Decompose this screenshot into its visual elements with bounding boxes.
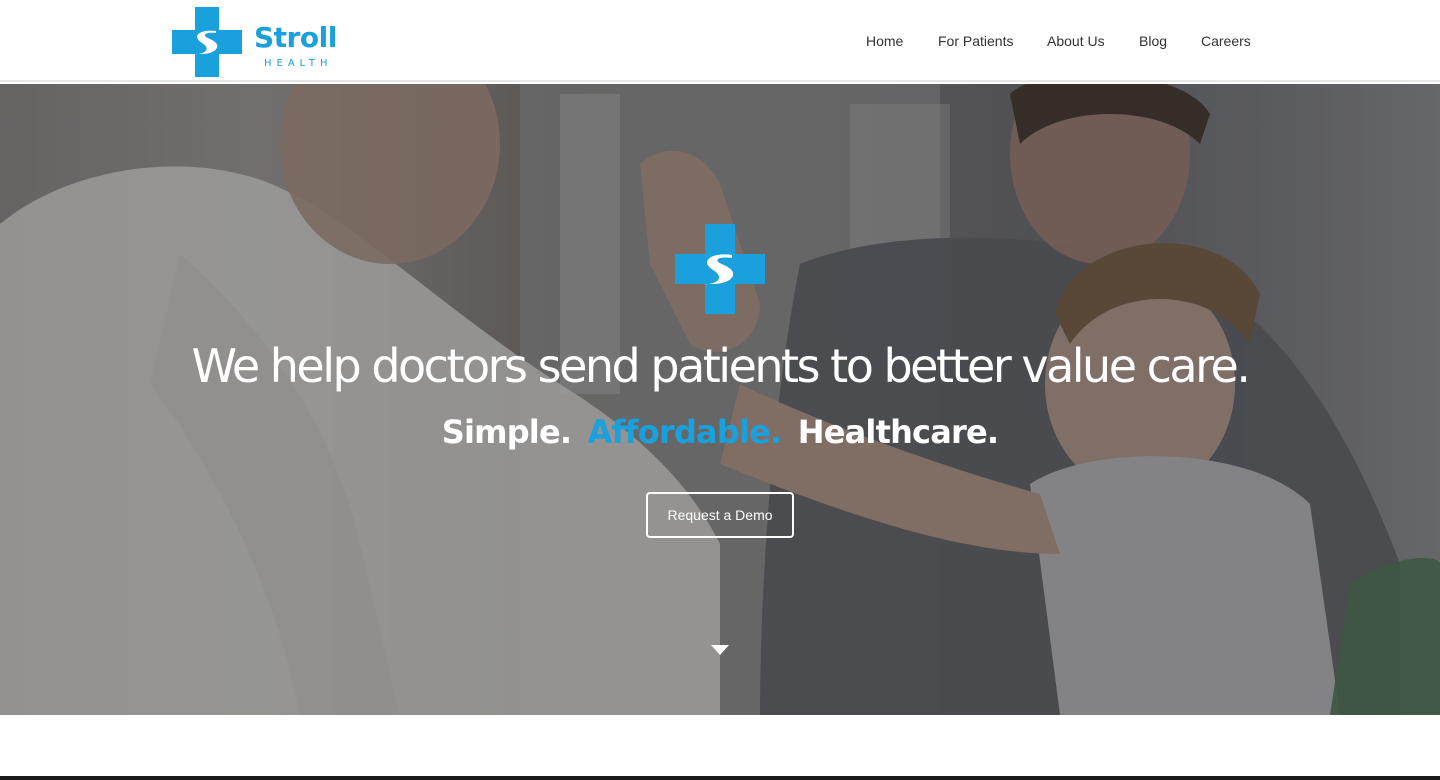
medical-cross-s-icon — [675, 224, 765, 314]
page-bottom-border — [0, 776, 1440, 780]
tagline-affordable: Affordable. — [587, 413, 783, 451]
caret-down-icon[interactable] — [711, 645, 729, 655]
tagline-healthcare: Healthcare. — [797, 413, 999, 451]
hero-section: We help doctors send patients to better … — [0, 84, 1440, 715]
nav-home[interactable]: Home — [866, 30, 903, 52]
logo-subtitle: HEALTH — [264, 58, 333, 69]
nav-for-patients[interactable]: For Patients — [938, 30, 1013, 52]
nav-careers[interactable]: Careers — [1201, 30, 1251, 52]
site-header: Stroll HEALTH Home For Patients About Us… — [0, 0, 1440, 82]
tagline-simple: Simple. — [441, 413, 572, 451]
hero-tagline: Simple. Affordable. Healthcare. — [0, 408, 1440, 456]
hero-headline: We help doctors send patients to better … — [191, 339, 1251, 393]
nav-about-us[interactable]: About Us — [1047, 30, 1105, 52]
request-demo-button[interactable]: Request a Demo — [646, 492, 794, 538]
hero-overlay — [0, 84, 1440, 715]
main-nav: Home For Patients About Us Blog Careers — [0, 30, 1440, 52]
nav-blog[interactable]: Blog — [1139, 30, 1167, 52]
